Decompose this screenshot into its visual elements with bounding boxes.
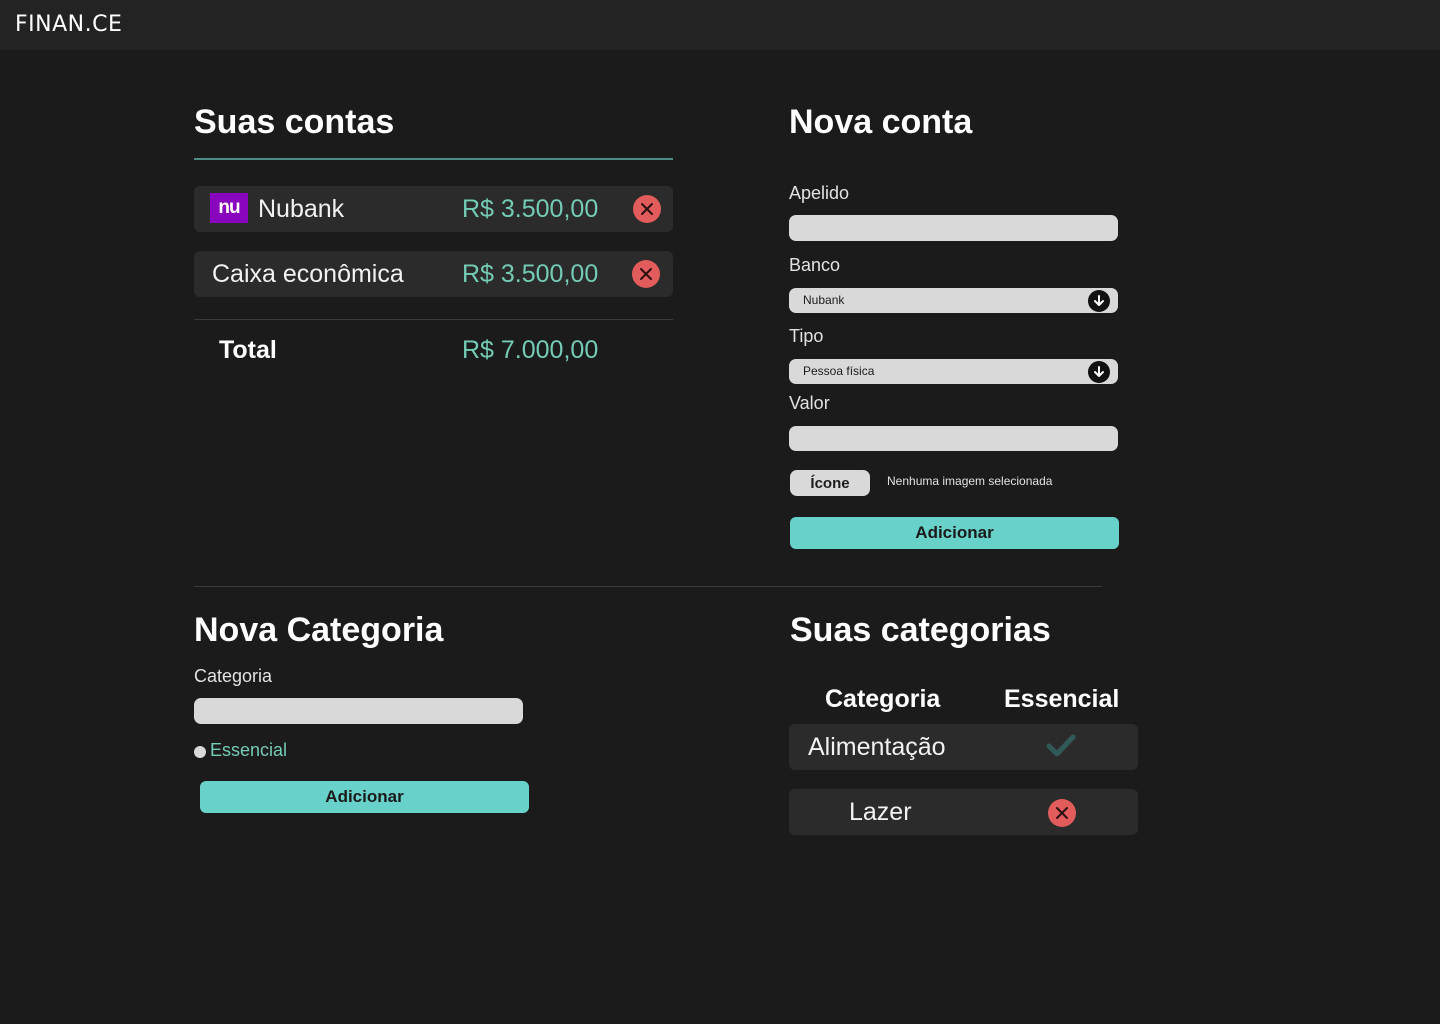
value-label: Valor xyxy=(789,393,830,413)
bank-select[interactable]: Nubank xyxy=(789,288,1118,313)
total-value: R$ 7.000,00 xyxy=(462,336,599,364)
category-input[interactable] xyxy=(194,698,523,724)
accounts-title: Suas contas xyxy=(194,103,395,141)
total-divider xyxy=(194,319,673,320)
top-bar: FINAN.CE xyxy=(0,0,1440,50)
app-logo[interactable]: FINAN.CE xyxy=(15,12,122,37)
category-row: Alimentação xyxy=(789,724,1138,770)
account-value: R$ 3.500,00 xyxy=(462,260,599,288)
category-label: Categoria xyxy=(194,666,273,686)
nickname-input[interactable] xyxy=(789,215,1118,241)
bank-label: Banco xyxy=(789,255,841,275)
value-input[interactable] xyxy=(789,426,1118,451)
account-row-nubank: nu Nubank R$ 3.500,00 xyxy=(194,186,673,232)
close-icon xyxy=(641,203,653,215)
account-name: Caixa econômica xyxy=(212,260,404,288)
column-header-essential: Essencial xyxy=(1004,685,1120,713)
type-label: Tipo xyxy=(789,326,824,346)
column-header-category: Categoria xyxy=(825,685,941,713)
delete-category-button[interactable] xyxy=(1048,799,1076,827)
total-label: Total xyxy=(219,336,277,364)
nickname-label: Apelido xyxy=(789,183,850,203)
delete-account-button[interactable] xyxy=(632,260,660,288)
essential-label[interactable]: Essencial xyxy=(210,740,287,761)
category-name: Alimentação xyxy=(808,733,946,761)
add-account-button[interactable]: Adicionar xyxy=(790,517,1119,549)
arrow-down-icon xyxy=(1088,290,1110,312)
essential-radio[interactable] xyxy=(194,746,206,758)
icon-upload-button[interactable]: Ícone xyxy=(790,470,870,496)
arrow-down-icon xyxy=(1088,361,1110,383)
type-select-value: Pessoa física xyxy=(803,364,875,378)
accounts-title-divider xyxy=(194,158,673,160)
category-name: Lazer xyxy=(849,798,912,826)
section-divider xyxy=(194,586,1102,587)
type-select[interactable]: Pessoa física xyxy=(789,359,1118,384)
new-account-title: Nova conta xyxy=(789,103,973,141)
account-name: Nubank xyxy=(258,195,345,223)
close-icon xyxy=(1056,807,1068,819)
icon-upload-status: Nenhuma imagem selecionada xyxy=(887,474,1053,488)
account-row-caixa: Caixa econômica R$ 3.500,00 xyxy=(194,251,673,297)
categories-title: Suas categorias xyxy=(790,611,1051,649)
delete-account-button[interactable] xyxy=(633,195,661,223)
close-icon xyxy=(640,268,652,280)
add-category-button[interactable]: Adicionar xyxy=(200,781,529,813)
bank-select-value: Nubank xyxy=(803,293,845,307)
check-icon xyxy=(1046,734,1076,757)
account-value: R$ 3.500,00 xyxy=(462,195,599,223)
nubank-logo-icon: nu xyxy=(210,193,248,223)
new-category-title: Nova Categoria xyxy=(194,611,444,649)
category-row: Lazer xyxy=(789,789,1138,835)
